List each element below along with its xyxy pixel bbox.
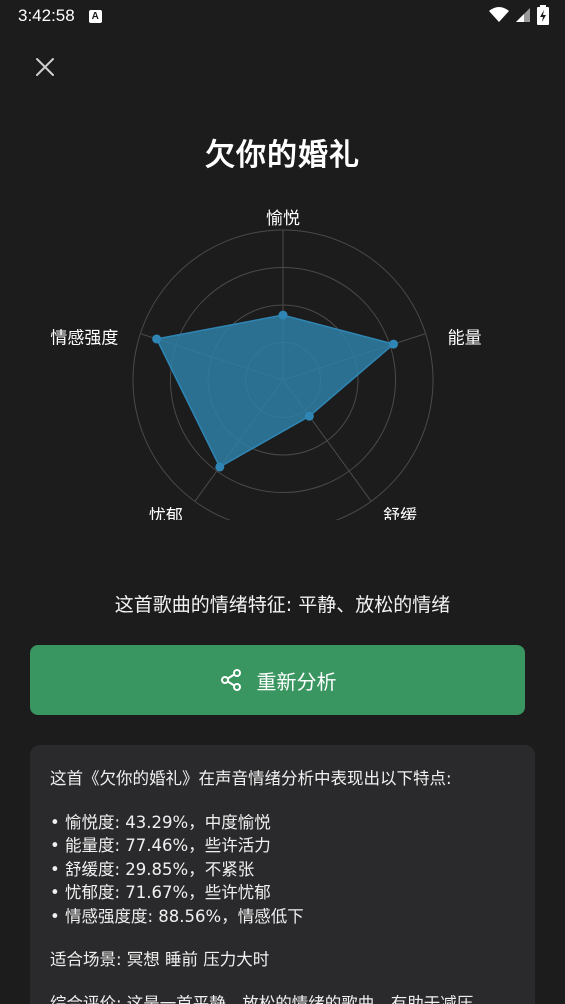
notification-badge: A [88, 9, 102, 23]
reanalyze-button[interactable]: 重新分析 [30, 645, 525, 715]
status-bar: 3:42:58 A [0, 0, 565, 32]
radar-point-4 [152, 334, 162, 344]
close-button[interactable] [28, 50, 62, 84]
radar-point-2 [304, 411, 314, 421]
analysis-intro: 这首《欠你的婚礼》在声音情绪分析中表现出以下特点: [50, 769, 452, 788]
emotion-summary: 这首歌曲的情绪特征: 平静、放松的情绪 [114, 594, 451, 616]
radar-axis-label-3: 忧郁 [149, 506, 183, 520]
analysis-item-calm: 舒缓度: 29.85%，不紧张 [50, 858, 515, 882]
analysis-item-energy: 能量度: 77.46%，些许活力 [50, 834, 515, 858]
analysis-evaluation: 综合评价: 这是一首平静、放松的情绪的歌曲，有助于减压 [50, 993, 474, 1004]
close-icon [36, 58, 54, 76]
signal-icon [516, 8, 530, 22]
radar-axis-label-2: 舒缓 [383, 506, 417, 520]
analysis-list: 愉悦度: 43.29%，中度愉悦 能量度: 77.46%，些许活力 舒缓度: 2… [50, 811, 515, 929]
analysis-card: 这首《欠你的婚礼》在声音情绪分析中表现出以下特点: 愉悦度: 43.29%，中度… [30, 745, 535, 1004]
radar-point-3 [215, 462, 225, 472]
status-time: 3:42:58 [18, 6, 75, 25]
analysis-item-melancholy: 忧郁度: 71.67%，些许忧郁 [50, 881, 515, 905]
reanalyze-label: 重新分析 [256, 669, 337, 694]
share-icon [220, 669, 241, 691]
wifi-icon [489, 7, 509, 22]
radar-point-0 [278, 310, 288, 320]
radar-axis-label-0: 愉悦 [266, 209, 300, 229]
status-icons [489, 5, 549, 25]
emotion-radar-chart: 愉悦能量舒缓 忧郁 情感强度 [50, 209, 482, 520]
analysis-item-pleasure: 愉悦度: 43.29%，中度愉悦 [50, 811, 515, 835]
radar-axis-label-4: 情感强度 [50, 329, 118, 349]
song-title: 欠你的婚礼 [205, 138, 360, 173]
analysis-scenes: 适合场景: 冥想 睡前 压力大时 [50, 950, 270, 969]
radar-point-1 [389, 339, 399, 349]
radar-axis-label-1: 能量 [448, 329, 482, 349]
battery-charging-icon [537, 5, 549, 25]
analysis-item-intensity: 情感强度度: 88.56%，情感低下 [50, 905, 515, 929]
radar-area [155, 314, 396, 469]
